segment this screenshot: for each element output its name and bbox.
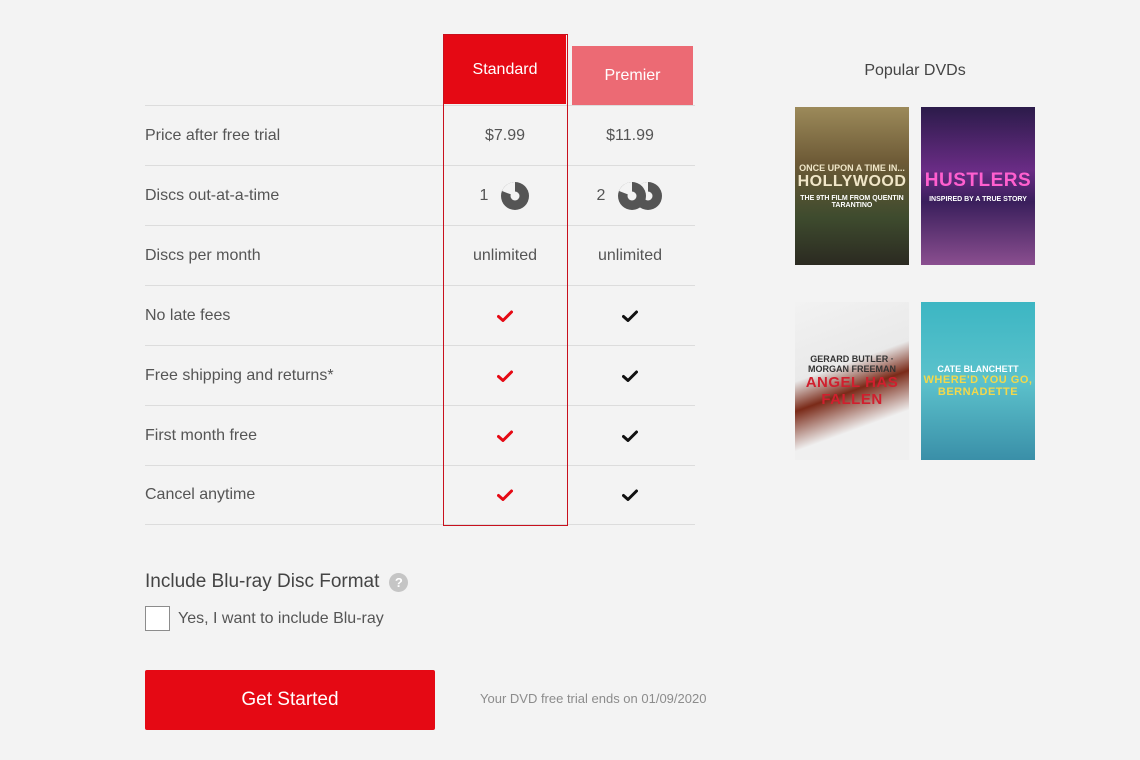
standard-cell: 1 (443, 181, 567, 211)
premier-cell (567, 489, 693, 501)
table-row: Discs per month unlimited unlimited (145, 225, 695, 285)
checkmark-icon (497, 489, 513, 501)
plan-premier-header[interactable]: Premier (572, 46, 693, 105)
bluray-title-text: Include Blu-ray Disc Format (145, 571, 380, 592)
trial-end-note: Your DVD free trial ends on 01/09/2020 (480, 691, 707, 706)
checkmark-icon (497, 370, 513, 382)
poster-top-text: GERARD BUTLER · MORGAN FREEMAN (808, 354, 896, 374)
bluray-section-title: Include Blu-ray Disc Format ? (145, 571, 409, 593)
help-icon[interactable]: ? (389, 572, 409, 592)
checkmark-icon (497, 430, 513, 442)
popular-dvds-section: Popular DVDs (795, 62, 1035, 80)
premier-cell (567, 310, 693, 322)
checkmark-icon (622, 489, 638, 501)
plan-rows: Price after free trial $7.99 $11.99 Discs o… (145, 105, 695, 525)
checkmark-icon (622, 370, 638, 382)
standard-cell (443, 310, 567, 322)
poster-hustlers[interactable]: HUSTLERS INSPIRED BY A TRUE STORY (921, 107, 1035, 265)
table-row: Free shipping and returns* (145, 345, 695, 405)
poster-title-text: ANGEL HAS FALLEN (805, 374, 899, 408)
poster-title-text: HOLLYWOOD (797, 173, 907, 190)
disc-count: 1 (479, 186, 489, 204)
row-label: First month free (145, 426, 258, 444)
poster-title-text: HUSTLERS (924, 169, 1032, 191)
poster-angel-has-fallen[interactable]: GERARD BUTLER · MORGAN FREEMAN ANGEL HAS… (795, 302, 909, 460)
poster-hollywood[interactable]: ONCE UPON A TIME IN... HOLLYWOOD THE 9TH… (795, 107, 909, 265)
checkmark-icon (622, 310, 638, 322)
table-row: First month free (145, 405, 695, 465)
get-started-button[interactable]: Get Started (145, 670, 435, 730)
plan-standard-header[interactable]: Standard (444, 35, 566, 104)
premier-cell: 2 (567, 181, 693, 211)
poster-top-text: ONCE UPON A TIME IN... (799, 163, 905, 173)
plan-header-row: Standard Premier (145, 34, 695, 105)
poster-top-text: CATE BLANCHETT (937, 364, 1019, 374)
poster-tagline: THE 9TH FILM FROM QUENTIN TARANTINO (800, 195, 904, 209)
cell-value: unlimited (597, 246, 663, 264)
disc-icon (617, 181, 663, 211)
premier-cell: $11.99 (567, 127, 693, 145)
standard-cell (443, 489, 567, 501)
row-label: Discs per month (145, 246, 261, 264)
standard-cell (443, 430, 567, 442)
table-row: Price after free trial $7.99 $11.99 (145, 105, 695, 165)
checkmark-icon (497, 310, 513, 322)
standard-cell (443, 370, 567, 382)
disc-icon (500, 181, 530, 211)
premier-cell (567, 370, 693, 382)
disc-count: 2 (596, 186, 606, 204)
cell-value: $7.99 (484, 126, 526, 144)
row-label: Cancel anytime (145, 486, 256, 503)
standard-cell: $7.99 (443, 127, 567, 145)
row-label: Price after free trial (145, 126, 281, 144)
checkmark-icon (622, 430, 638, 442)
row-label: Free shipping and returns* (145, 366, 334, 384)
popular-dvds-title: Popular DVDs (864, 62, 966, 79)
cell-value: unlimited (472, 246, 538, 264)
table-row: Discs out-at-a-time 1 2 (145, 165, 695, 225)
table-row: Cancel anytime (145, 465, 695, 525)
poster-title-text: WHERE'D YOU GO, BERNADETTE (923, 374, 1033, 398)
cell-value: $11.99 (606, 126, 654, 144)
poster-bernadette[interactable]: CATE BLANCHETT WHERE'D YOU GO, BERNADETT… (921, 302, 1035, 460)
bluray-checkbox[interactable] (145, 606, 170, 631)
bluray-option-label: Yes, I want to include Blu-ray (178, 609, 384, 627)
premier-cell: unlimited (567, 247, 693, 265)
bluray-option[interactable]: Yes, I want to include Blu-ray (145, 606, 384, 631)
standard-cell: unlimited (443, 247, 567, 265)
poster-tagline: INSPIRED BY A TRUE STORY (929, 195, 1027, 203)
row-label: Discs out-at-a-time (145, 186, 280, 204)
table-row: No late fees (145, 285, 695, 345)
row-label: No late fees (145, 306, 231, 324)
plan-comparison-table: Standard Premier Price after free trial $… (145, 34, 695, 525)
premier-cell (567, 430, 693, 442)
